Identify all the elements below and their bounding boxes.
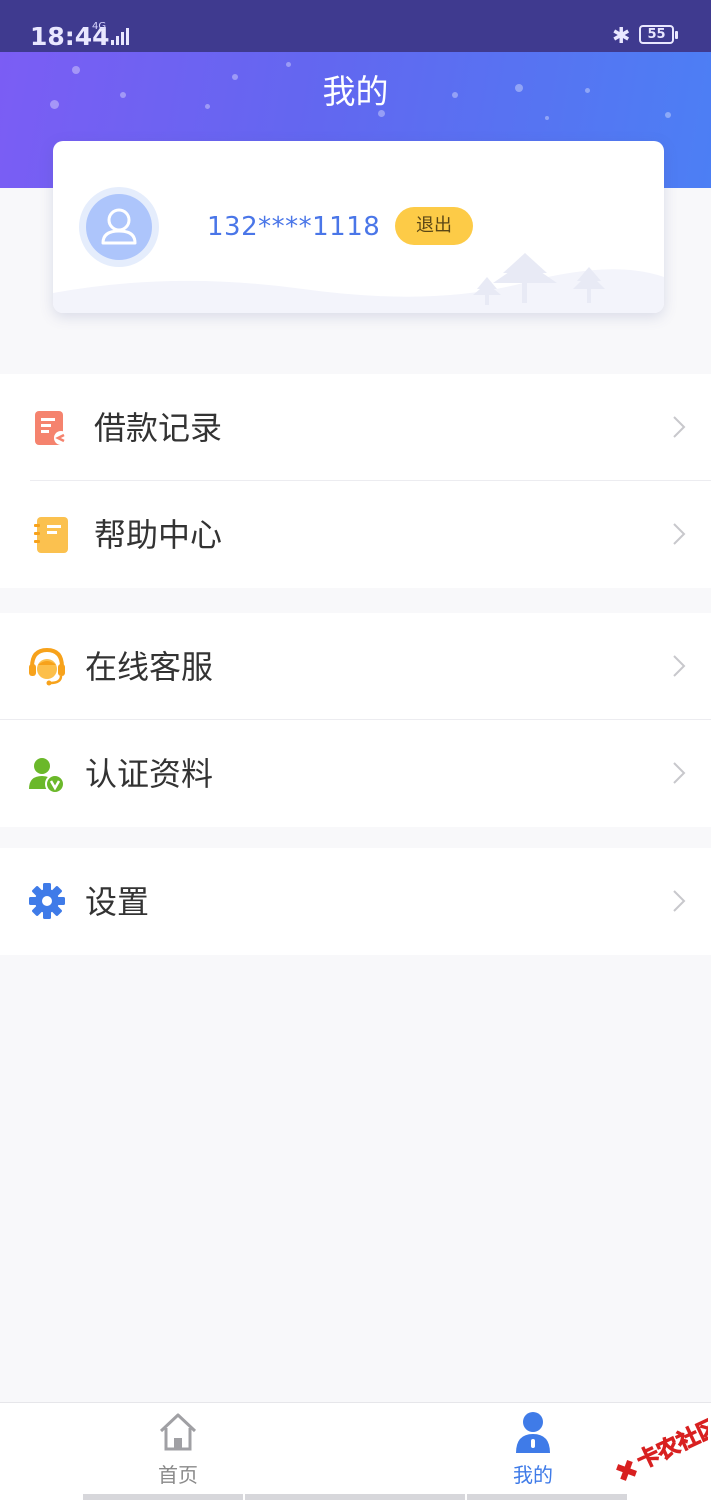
menu-label: 借款记录 [94, 409, 223, 447]
tab-home[interactable]: 首页 [118, 1403, 238, 1501]
menu-label: 认证资料 [85, 755, 214, 793]
profile-card: 132****1118 退出 [53, 141, 664, 313]
help-book-icon [34, 517, 68, 553]
menu-item-help-center[interactable]: 帮助中心 [0, 481, 711, 588]
chevron-right-icon [673, 655, 686, 677]
avatar[interactable] [79, 187, 159, 267]
home-indicator [467, 1494, 627, 1500]
home-indicator [83, 1494, 243, 1500]
menu-item-loan-records[interactable]: 借款记录 [0, 374, 711, 481]
loan-record-icon [35, 411, 68, 445]
customer-service-icon [29, 647, 65, 686]
verified-user-icon [29, 758, 65, 794]
bottom-tab-bar: 首页 我的 [0, 1402, 711, 1501]
home-icon [159, 1413, 197, 1451]
battery-icon: 55 [639, 25, 678, 44]
svg-text:卡农社区: 卡农社区 [633, 1414, 708, 1475]
signal-icon [111, 27, 131, 45]
user-phone: 132****1118 [207, 212, 381, 242]
page-title: 我的 [322, 72, 389, 111]
network-type: 4G [92, 21, 107, 32]
chevron-right-icon [673, 416, 686, 438]
chevron-right-icon [673, 762, 686, 784]
watermark-logo: 卡农社区 [608, 1408, 711, 1484]
menu-item-verification[interactable]: 认证资料 [0, 720, 711, 827]
menu-group-loans: 借款记录 帮助中心 [0, 374, 711, 588]
tab-label: 我的 [513, 1463, 553, 1487]
menu-group-settings: 设置 [0, 848, 711, 955]
trees-decoration [53, 253, 664, 313]
menu-label: 在线客服 [85, 648, 214, 686]
chevron-right-icon [673, 890, 686, 912]
tab-label: 首页 [158, 1463, 198, 1487]
avatar-icon [86, 194, 152, 260]
menu-item-online-service[interactable]: 在线客服 [0, 613, 711, 720]
bluetooth-icon: ✱ [612, 24, 631, 49]
battery-level: 55 [647, 27, 666, 42]
logout-button[interactable]: 退出 [395, 207, 473, 245]
chevron-right-icon [673, 523, 686, 545]
menu-item-settings[interactable]: 设置 [0, 848, 711, 955]
gear-icon [29, 883, 65, 919]
user-icon [516, 1412, 550, 1453]
home-indicator [245, 1494, 465, 1500]
tab-mine[interactable]: 我的 [473, 1403, 593, 1501]
menu-label: 设置 [85, 883, 150, 921]
menu-label: 帮助中心 [94, 516, 223, 554]
status-bar: 18:44 4G ✱ 55 [0, 0, 711, 52]
menu-group-service: 在线客服 认证资料 [0, 613, 711, 827]
